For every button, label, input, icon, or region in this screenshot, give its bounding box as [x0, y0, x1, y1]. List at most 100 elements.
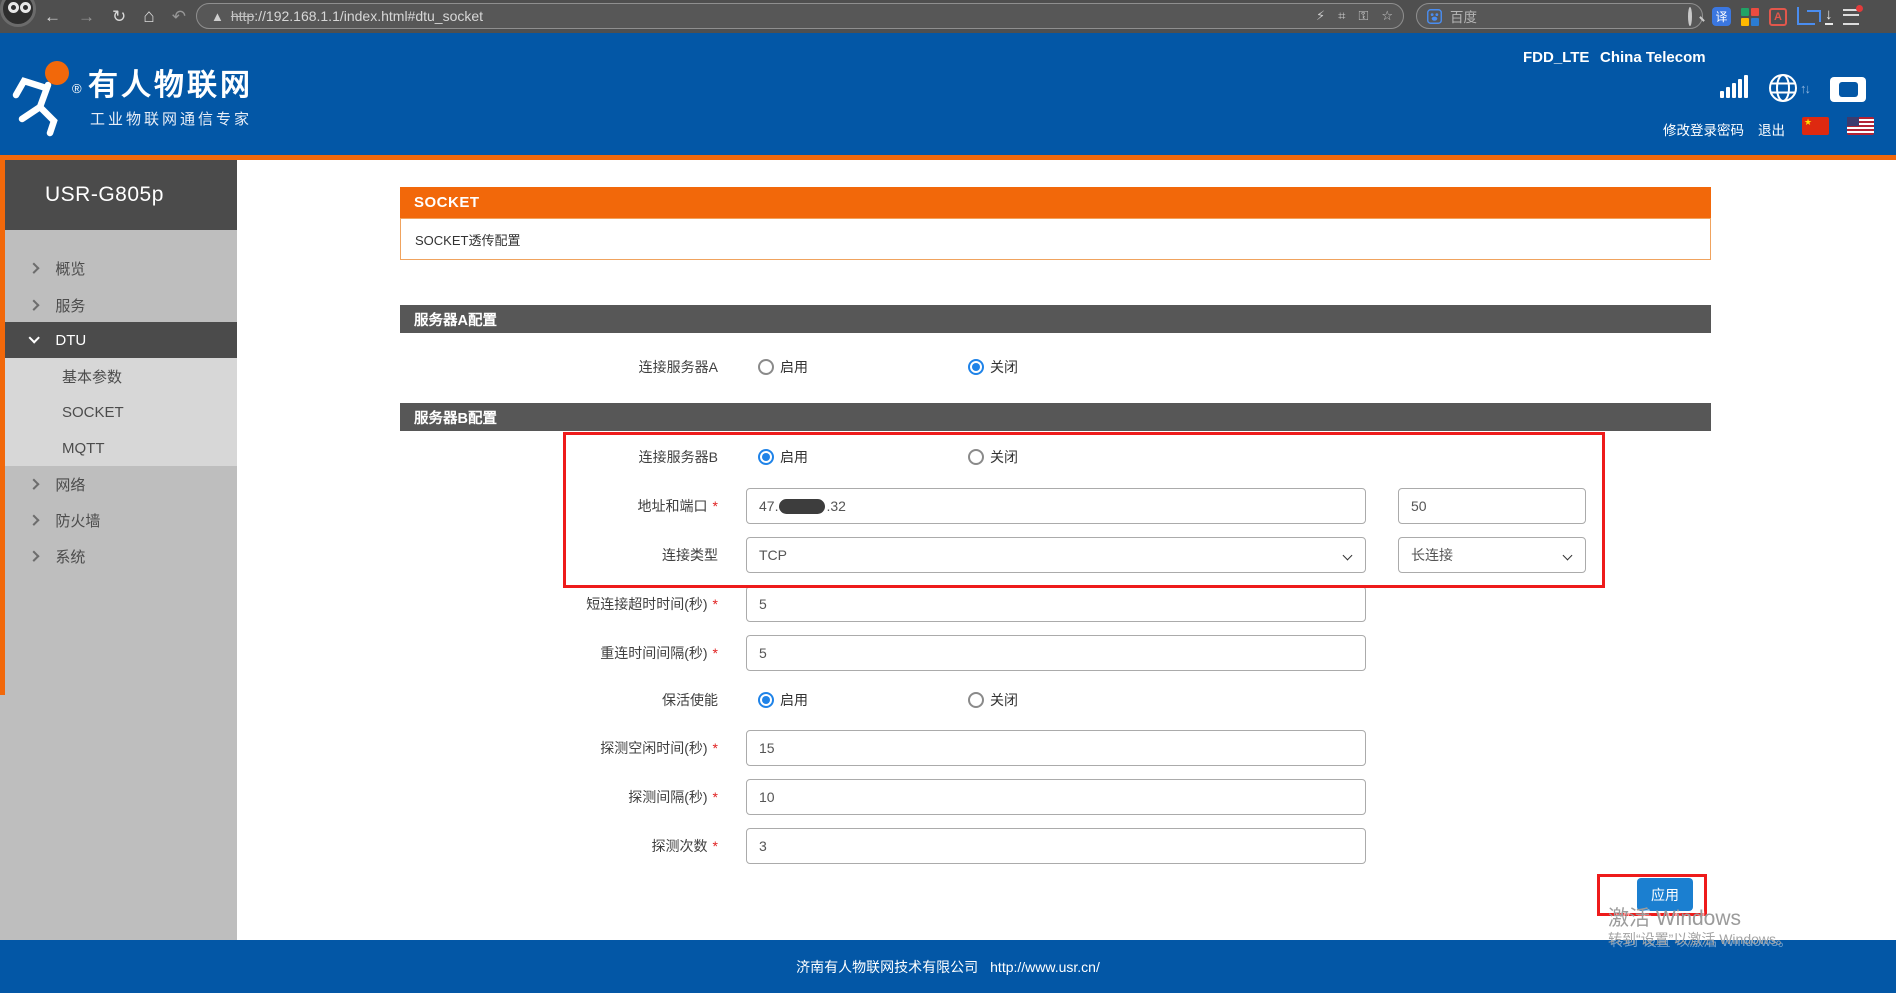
radio-server-a-disable[interactable] — [968, 359, 984, 375]
app-header: ® 有人物联网 工业物联网通信专家 FDD_LTE China Telecom … — [0, 33, 1896, 155]
sidebar-item-dtu[interactable]: DTU — [0, 322, 237, 358]
footer-site-link[interactable]: http://www.usr.cn/ — [990, 959, 1100, 975]
home-icon[interactable]: ⌂ — [143, 6, 154, 28]
radio-label-enable[interactable]: 启用 — [780, 438, 808, 476]
field-label: 连接服务器B — [400, 438, 718, 476]
url-scheme: http — [231, 8, 254, 24]
reader-mode-icon[interactable]: ⌗ — [1338, 8, 1345, 24]
browser-profile-icon[interactable] — [0, 0, 36, 27]
undo-icon[interactable]: ↶ — [172, 7, 186, 27]
field-label: 探测次数* — [400, 827, 718, 865]
row-connect-server-a: 连接服务器A 启用 关闭 — [400, 348, 1711, 386]
probe-interval-input[interactable]: 10 — [746, 779, 1366, 815]
orange-divider — [0, 155, 1896, 160]
radio-keepalive-enable[interactable] — [758, 692, 774, 708]
field-label: 探测间隔(秒)* — [400, 778, 718, 816]
redaction-mask — [779, 499, 825, 514]
chevron-right-icon — [28, 478, 40, 490]
radio-server-a-enable[interactable] — [758, 359, 774, 375]
signal-strength-icon — [1720, 75, 1748, 98]
address-bar[interactable]: ▲ http://192.168.1.1/index.html#dtu_sock… — [196, 3, 1404, 29]
port-input[interactable]: 50 — [1398, 488, 1586, 524]
radio-server-b-enable[interactable] — [758, 449, 774, 465]
page-description: SOCKET透传配置 — [400, 218, 1711, 260]
sidebar-item-system[interactable]: 系统 — [0, 538, 237, 574]
registered-mark: ® — [72, 81, 82, 96]
radio-label-disable[interactable]: 关闭 — [990, 438, 1018, 476]
radio-label-disable[interactable]: 关闭 — [990, 348, 1018, 386]
chevron-right-icon — [28, 550, 40, 562]
chevron-right-icon — [28, 299, 40, 311]
chevron-right-icon — [28, 262, 40, 274]
sidebar: USR-G805p 概览 服务 DTU 基本参数 SOCKET MQTT 网络 … — [0, 160, 237, 943]
flash-icon[interactable]: ⚡ — [1316, 8, 1325, 24]
row-short-timeout: 短连接超时时间(秒)* 5 — [400, 585, 1711, 623]
brand-title: 有人物联网 — [88, 60, 253, 104]
reload-icon[interactable]: ↻ — [112, 7, 126, 27]
sidebar-item-overview[interactable]: 概览 — [0, 250, 237, 286]
sidebar-item-mqtt[interactable]: MQTT — [0, 430, 237, 466]
carrier-name: China Telecom — [1600, 49, 1706, 66]
device-name: USR-G805p — [0, 160, 237, 230]
brand-subtitle: 工业物联网通信专家 — [90, 108, 252, 129]
orange-left-strip — [0, 160, 5, 695]
sidebar-item-socket[interactable]: SOCKET — [0, 394, 237, 430]
radio-label-enable[interactable]: 启用 — [780, 348, 808, 386]
field-label: 连接服务器A — [400, 348, 718, 386]
connection-type-select[interactable]: TCP — [746, 537, 1366, 573]
logout-link[interactable]: 退出 — [1758, 119, 1785, 139]
sidebar-item-network[interactable]: 网络 — [0, 466, 237, 502]
windows-activation-watermark-line2: 转到“设置”以激活 Windows。 — [1608, 929, 1790, 949]
windows-activation-watermark: 激活 Windows — [1608, 902, 1741, 932]
insecure-warning-icon[interactable]: ▲ — [211, 9, 224, 24]
radio-label-disable[interactable]: 关闭 — [990, 681, 1018, 719]
search-icon[interactable] — [1688, 7, 1692, 26]
sim-card-icon — [1830, 77, 1866, 102]
field-label: 探测空闲时间(秒)* — [400, 729, 718, 767]
baidu-search-box[interactable]: 百度 — [1416, 3, 1703, 29]
screenshot-crop-icon[interactable] — [1797, 7, 1815, 25]
keep-mode-select[interactable]: 长连接 — [1398, 537, 1586, 573]
short-timeout-input[interactable]: 5 — [746, 586, 1366, 622]
row-address-port: 地址和端口* 47..32 50 — [400, 487, 1711, 525]
section-server-b: 服务器B配置 — [400, 403, 1711, 431]
chevron-down-icon — [28, 332, 40, 344]
forward-icon[interactable]: → — [78, 7, 95, 27]
network-globe-icon — [1768, 73, 1798, 103]
change-password-link[interactable]: 修改登录密码 — [1663, 119, 1744, 139]
extensions-grid-icon[interactable] — [1741, 8, 1759, 26]
chinese-language-flag[interactable]: ★ — [1802, 117, 1829, 135]
back-icon[interactable]: ← — [44, 7, 61, 27]
favorite-star-icon[interactable]: ☆ — [1381, 8, 1393, 24]
password-key-icon[interactable]: ⚿ — [1358, 8, 1368, 24]
page-title-banner: SOCKET — [400, 187, 1711, 218]
sidebar-item-basic-params[interactable]: 基本参数 — [0, 358, 237, 394]
sidebar-item-firewall[interactable]: 防火墙 — [0, 502, 237, 538]
address-input[interactable]: 47..32 — [746, 488, 1366, 524]
radio-keepalive-disable[interactable] — [968, 692, 984, 708]
row-connect-server-b: 连接服务器B 启用 关闭 — [400, 438, 1711, 476]
row-probe-idle: 探测空闲时间(秒)* 15 — [400, 729, 1711, 767]
field-label: 保活使能 — [400, 681, 718, 719]
translate-extension-icon[interactable]: 译 — [1712, 7, 1731, 26]
section-server-a: 服务器A配置 — [400, 305, 1711, 333]
url-text: ://192.168.1.1/index.html#dtu_socket — [254, 8, 483, 24]
english-language-flag[interactable] — [1847, 117, 1874, 135]
download-icon[interactable]: ↓ — [1825, 8, 1833, 25]
search-placeholder: 百度 — [1450, 6, 1477, 26]
row-probe-count: 探测次数* 3 — [400, 827, 1711, 865]
row-connection-type: 连接类型 TCP 长连接 — [400, 536, 1711, 574]
probe-count-input[interactable]: 3 — [746, 828, 1366, 864]
sidebar-item-services[interactable]: 服务 — [0, 287, 237, 323]
browser-menu-icon[interactable] — [1843, 9, 1859, 25]
pdf-extension-icon[interactable]: A — [1769, 8, 1787, 26]
chevron-right-icon — [28, 514, 40, 526]
radio-server-b-disable[interactable] — [968, 449, 984, 465]
field-label: 短连接超时时间(秒)* — [400, 585, 718, 623]
radio-label-enable[interactable]: 启用 — [780, 681, 808, 719]
baidu-paw-icon — [1427, 9, 1442, 24]
data-transfer-arrows-icon: ↑↓ — [1800, 81, 1809, 96]
usr-logo — [10, 55, 82, 137]
reconnect-interval-input[interactable]: 5 — [746, 635, 1366, 671]
probe-idle-input[interactable]: 15 — [746, 730, 1366, 766]
